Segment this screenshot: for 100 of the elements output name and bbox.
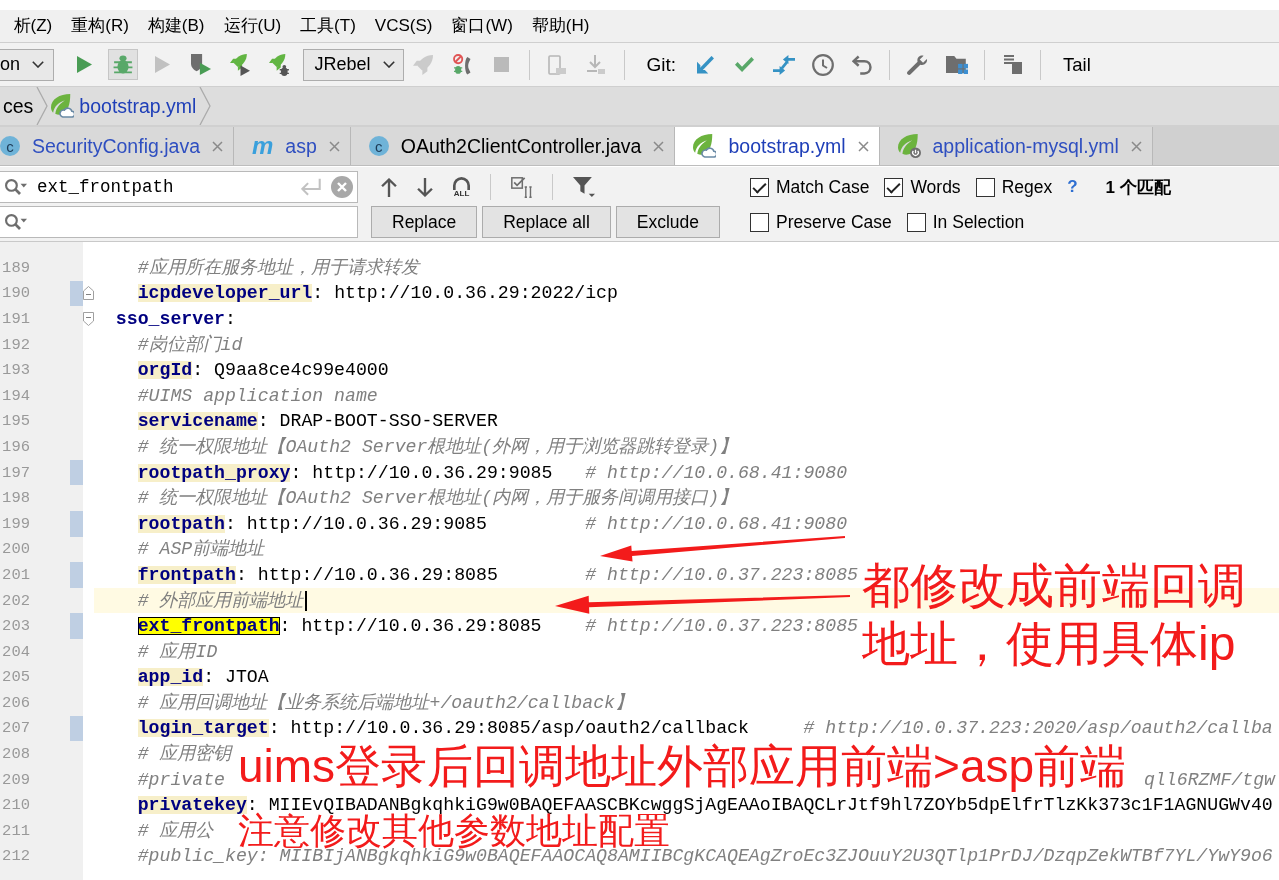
clear-icon[interactable] [331, 176, 353, 198]
code-comment: # http://10.0.37.223:2020/asp/oauth2/callba [803, 719, 1273, 738]
arrow-down-icon[interactable] [417, 177, 433, 197]
menu-item[interactable]: 运行(U) [214, 15, 291, 37]
code-comment: # http://10.0.37.223:8085 [585, 565, 858, 584]
checklist-icon[interactable] [511, 176, 532, 198]
yaml-key: app_id [137, 668, 204, 687]
line-number: 208 [1, 745, 30, 764]
chevron-icon [36, 87, 49, 125]
checkbox-label[interactable]: Regex [1001, 176, 1053, 198]
check-icon [735, 57, 755, 72]
checkbox-label[interactable]: Words [910, 176, 961, 198]
yaml-key: servicename [137, 412, 258, 431]
close-icon[interactable] [1130, 140, 1142, 152]
merge-arrows-icon [772, 54, 795, 75]
code-comment: # 应用ID [137, 642, 218, 661]
editor-tab[interactable]: c SecurityConfig.java [0, 127, 234, 165]
line-number: 210 [1, 796, 30, 815]
rocket-bug-icon [269, 53, 289, 76]
help-link[interactable]: ? [1067, 177, 1078, 197]
play-icon [76, 56, 92, 73]
code-comment: # 统一权限地址【OAuth2 Server根地址(内网，用于服务间调用接口)】 [137, 489, 738, 508]
checkbox[interactable] [975, 177, 995, 197]
menu-item[interactable]: 析(Z) [4, 15, 62, 37]
line-number: 207 [1, 719, 30, 738]
search-icon[interactable] [5, 179, 27, 195]
checkbox[interactable] [884, 177, 904, 197]
leaf-power-icon [897, 134, 921, 158]
breadcrumb-item[interactable]: bootstrap.yml [48, 94, 200, 118]
shield-play-icon [191, 54, 211, 75]
replace-field[interactable] [0, 206, 358, 238]
match-count: 1 个匹配 [1105, 176, 1171, 199]
editor-tab[interactable]: c OAuth2ClientController.java [350, 127, 676, 165]
play-icon [154, 56, 170, 73]
code-comment: #public_key: MIIBIjANBgkqhkiG9w0BAQEFAAOCAQ8AMIIBCgKCAQEAgZroEc3ZJOuuY2U3QTlp1PrDJ/DzqpZekWTBf7YL/YwY9o6 [137, 847, 1273, 866]
annotation-text: 都修改成前端回调地址，使用具体ip [862, 558, 1247, 672]
yaml-key: login_target [137, 719, 269, 738]
line-number: 193 [1, 361, 30, 380]
select-all-button[interactable]: ALL [453, 176, 470, 198]
yaml-value: : JTOA [203, 668, 269, 687]
replace-all-button[interactable]: Replace all [482, 206, 611, 238]
stack-icon [1003, 55, 1022, 74]
code-comment: #应用所在服务地址，用于请求转发 [137, 258, 419, 277]
arrow-up-icon[interactable] [381, 177, 397, 197]
menu-item[interactable]: 窗口(W) [441, 15, 523, 37]
line-number: 211 [1, 821, 30, 840]
dropdown[interactable]: JRebel [302, 48, 404, 81]
checkbox[interactable] [750, 212, 769, 232]
yaml-value: : http://10.0.36.29:8085/asp/oauth2/callback [268, 719, 749, 738]
line-number: 201 [1, 565, 30, 584]
line-number: 205 [1, 668, 30, 687]
code-comment: # http://10.0.68.41:9080 [585, 463, 848, 482]
yaml-value: : http://10.0.36.29:9085 [225, 514, 487, 533]
checkbox[interactable] [750, 177, 769, 197]
code-comment: # 应用公 [137, 821, 214, 840]
yaml-key: rootpath_proxy [137, 463, 291, 482]
replace-button[interactable]: Replace [371, 206, 478, 238]
code-comment: # http://10.0.68.41:9080 [585, 514, 848, 533]
breadcrumb-item[interactable]: ces [0, 94, 37, 118]
fold-icon[interactable] [83, 312, 94, 326]
tail-button[interactable]: Tail [1059, 53, 1095, 76]
yaml-key: sso_server [115, 310, 225, 328]
yaml-value: : [225, 310, 236, 328]
line-number: 204 [1, 642, 30, 661]
editor-tab[interactable]: m asp [234, 127, 351, 165]
code-comment: #private [137, 770, 225, 789]
module-icon: m [252, 135, 274, 157]
dropdown[interactable]: on [0, 48, 54, 81]
editor-tab[interactable]: application-mysql.yml [879, 127, 1153, 165]
checkbox-label[interactable]: Match Case [776, 176, 870, 198]
menu-item[interactable]: 帮助(H) [522, 15, 599, 37]
leaf-cloud-icon [693, 134, 717, 158]
line-number: 194 [1, 386, 30, 405]
exclude-button[interactable]: Exclude [615, 206, 721, 238]
checkbox-label[interactable]: Preserve Case [776, 211, 892, 233]
checkbox-label[interactable]: In Selection [932, 211, 1025, 233]
close-icon[interactable] [653, 140, 665, 152]
line-number: 200 [1, 540, 30, 559]
phone-icon [548, 54, 566, 75]
line-number: 189 [1, 258, 30, 277]
arc-icon [453, 176, 470, 190]
menu-item[interactable]: VCS(S) [365, 15, 442, 37]
search-icon[interactable] [5, 214, 27, 230]
menu-item[interactable]: 构建(B) [138, 15, 214, 37]
class-icon: c [0, 136, 20, 156]
close-icon[interactable] [857, 140, 869, 152]
fold-icon[interactable] [83, 286, 94, 301]
leaf-cloud-icon [51, 94, 75, 118]
search-field[interactable]: ext_frontpath [0, 171, 358, 203]
code-comment: # http://10.0.37.223:8085 [585, 617, 858, 636]
close-icon[interactable] [212, 140, 223, 152]
close-icon[interactable] [328, 140, 340, 152]
menu-item[interactable]: 工具(T) [290, 15, 366, 37]
filter-icon[interactable] [573, 177, 595, 197]
line-number: 192 [1, 335, 30, 354]
editor-tab[interactable]: bootstrap.yml [675, 127, 880, 165]
yaml-key: privatekey [137, 796, 247, 815]
checkbox[interactable] [906, 212, 926, 232]
chevron-icon [199, 87, 212, 125]
menu-item[interactable]: 重构(R) [61, 15, 139, 37]
